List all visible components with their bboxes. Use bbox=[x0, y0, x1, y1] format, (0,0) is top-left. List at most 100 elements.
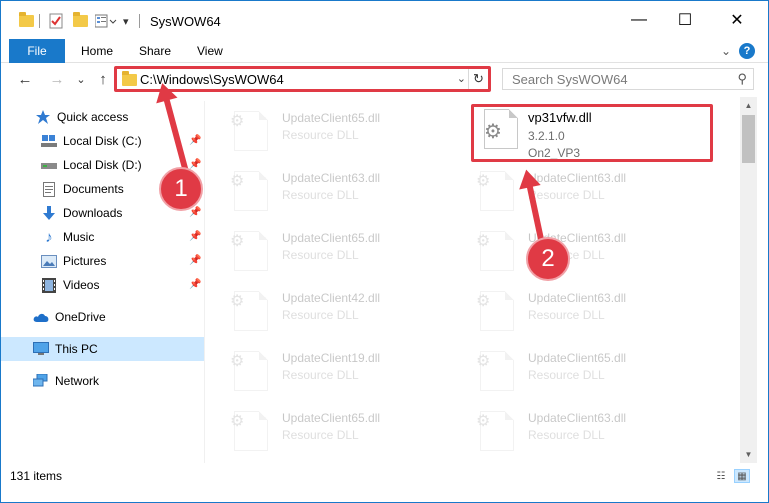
download-icon bbox=[41, 205, 57, 221]
file-name: UpdateClient19.dll bbox=[282, 351, 381, 365]
sidebar-item-this-pc[interactable]: This PC bbox=[1, 337, 204, 361]
pin-icon[interactable]: 📌 bbox=[189, 135, 201, 146]
gear-icon: ⚙ bbox=[476, 353, 491, 370]
details-view-icon[interactable]: ☷ bbox=[713, 469, 729, 483]
file-name: UpdateClient63.dll bbox=[528, 291, 627, 305]
file-item[interactable]: ⚙ UpdateClient65.dll Resource DLL bbox=[222, 401, 452, 457]
cloud-icon bbox=[33, 309, 49, 325]
sidebar-item-label: Pictures bbox=[63, 254, 107, 268]
gear-icon: ⚙ bbox=[476, 293, 491, 310]
file-name: UpdateClient65.dll bbox=[282, 111, 381, 125]
file-item[interactable]: ⚙ UpdateClient63.dll Resource DLL bbox=[468, 281, 698, 337]
file-type: Resource DLL bbox=[282, 428, 359, 442]
file-type: Resource DLL bbox=[282, 248, 359, 262]
sidebar-item-label: OneDrive bbox=[55, 310, 106, 324]
divider bbox=[39, 14, 40, 28]
file-name: UpdateClient65.dll bbox=[528, 351, 627, 365]
file-name: UpdateClient42.dll bbox=[282, 291, 381, 305]
file-type: Resource DLL bbox=[282, 308, 359, 322]
back-button[interactable]: ← bbox=[15, 69, 35, 89]
sidebar-item-label: Videos bbox=[63, 278, 100, 292]
up-button[interactable]: ↑ bbox=[93, 69, 113, 89]
item-count: 131 items bbox=[10, 469, 63, 483]
help-icon[interactable]: ? bbox=[739, 43, 755, 59]
pin-icon[interactable]: 📌 bbox=[189, 279, 201, 290]
search-icon: ⚲ bbox=[737, 71, 747, 86]
gear-icon: ⚙ bbox=[476, 173, 491, 190]
properties-icon[interactable] bbox=[49, 12, 63, 30]
customize-toolbar-icon[interactable] bbox=[95, 12, 117, 30]
minimize-button[interactable]: — bbox=[616, 1, 662, 39]
file-item[interactable]: ⚙ UpdateClient63.dll Resource DLL bbox=[468, 221, 698, 277]
file-item[interactable]: ⚙ UpdateClient63.dll Resource DLL bbox=[468, 161, 698, 217]
sidebar-item-label: Network bbox=[55, 374, 100, 388]
tab-file[interactable]: File bbox=[9, 39, 65, 63]
file-item[interactable]: ⚙ UpdateClient19.dll Resource DLL bbox=[222, 341, 452, 397]
network-icon bbox=[33, 373, 49, 389]
scroll-thumb[interactable] bbox=[742, 115, 755, 163]
sidebar-item-label: Music bbox=[63, 230, 95, 244]
sidebar-item-label: This PC bbox=[55, 342, 98, 356]
file-name: UpdateClient65.dll bbox=[282, 231, 381, 245]
file-name: UpdateClient63.dll bbox=[528, 171, 627, 185]
annotation-badge-2: 2 bbox=[526, 237, 570, 281]
scroll-up-icon[interactable]: ▲ bbox=[740, 97, 757, 114]
maximize-button[interactable]: ☐ bbox=[662, 1, 708, 39]
search-input[interactable]: Search SysWOW64 ⚲ bbox=[502, 68, 754, 90]
sidebar-item-videos[interactable]: Videos 📌 bbox=[1, 273, 204, 297]
tiles-view-icon[interactable]: ▦ bbox=[734, 469, 750, 483]
sidebar-item-label: Quick access bbox=[57, 110, 129, 124]
sidebar-item-label: Documents bbox=[63, 182, 124, 196]
file-item[interactable]: ⚙ UpdateClient42.dll Resource DLL bbox=[222, 281, 452, 337]
gear-icon: ⚙ bbox=[230, 293, 245, 310]
expand-ribbon-icon[interactable]: ⌄ bbox=[721, 39, 731, 63]
file-item[interactable]: ⚙ UpdateClient63.dll Resource DLL bbox=[222, 161, 452, 217]
navigation-pane: Quick access Local Disk (C:) 📌 Local Dis… bbox=[1, 101, 206, 463]
quick-access-dropdown-icon[interactable]: ▾ bbox=[123, 12, 129, 30]
folder-icon bbox=[19, 12, 34, 30]
music-icon: ♪ bbox=[45, 228, 53, 246]
file-type: Resource DLL bbox=[282, 368, 359, 382]
file-item[interactable]: ⚙ UpdateClient63.dll Resource DLL bbox=[468, 401, 698, 457]
file-type: Resource DLL bbox=[282, 188, 359, 202]
file-item[interactable]: ⚙ UpdateClient65.dll Resource DLL bbox=[468, 341, 698, 397]
computer-icon bbox=[33, 341, 49, 357]
file-type: Resource DLL bbox=[528, 368, 605, 382]
file-item[interactable]: ⚙ UpdateClient65.dll Resource DLL bbox=[222, 221, 452, 277]
tab-view[interactable]: View bbox=[197, 39, 223, 63]
new-folder-icon[interactable] bbox=[73, 12, 88, 30]
file-item[interactable]: ⚙ UpdateClient65.dll Resource DLL bbox=[222, 101, 452, 157]
file-type: Resource DLL bbox=[528, 428, 605, 442]
sidebar-item-label: Local Disk (D:) bbox=[63, 158, 142, 172]
forward-button[interactable]: → bbox=[47, 69, 67, 89]
sidebar-item-onedrive[interactable]: OneDrive bbox=[1, 305, 204, 329]
annotation-badge-1: 1 bbox=[159, 167, 203, 211]
pin-icon[interactable]: 📌 bbox=[189, 231, 201, 242]
star-icon bbox=[35, 109, 51, 125]
tab-home[interactable]: Home bbox=[81, 39, 113, 63]
gear-icon: ⚙ bbox=[476, 233, 491, 250]
scroll-down-icon[interactable]: ▼ bbox=[740, 446, 757, 463]
vertical-scrollbar[interactable]: ▲ ▼ bbox=[740, 97, 757, 463]
tab-share[interactable]: Share bbox=[139, 39, 171, 63]
explorer-window: ▾ SysWOW64 — ☐ ✕ File Home Share View ⌄ … bbox=[0, 0, 769, 503]
sidebar-item-label: Downloads bbox=[63, 206, 123, 220]
recent-locations-button[interactable]: ⌄ bbox=[71, 69, 91, 89]
videos-icon bbox=[41, 277, 57, 293]
pin-icon[interactable]: 📌 bbox=[189, 255, 201, 266]
gear-icon: ⚙ bbox=[230, 233, 245, 250]
file-name: UpdateClient63.dll bbox=[282, 171, 381, 185]
file-type: Resource DLL bbox=[528, 188, 605, 202]
close-button[interactable]: ✕ bbox=[708, 1, 766, 39]
sidebar-item-music[interactable]: ♪ Music 📌 bbox=[1, 225, 204, 249]
search-placeholder: Search SysWOW64 bbox=[512, 72, 628, 87]
sidebar-item-pictures[interactable]: Pictures 📌 bbox=[1, 249, 204, 273]
documents-icon bbox=[41, 181, 57, 197]
gear-icon: ⚙ bbox=[230, 353, 245, 370]
status-bar: 131 items ☷ ▦ bbox=[1, 463, 768, 488]
sidebar-item-label: Local Disk (C:) bbox=[63, 134, 142, 148]
pane-divider bbox=[204, 101, 205, 463]
pictures-icon bbox=[41, 253, 57, 269]
file-name: UpdateClient65.dll bbox=[282, 411, 381, 425]
sidebar-item-network[interactable]: Network bbox=[1, 369, 204, 393]
